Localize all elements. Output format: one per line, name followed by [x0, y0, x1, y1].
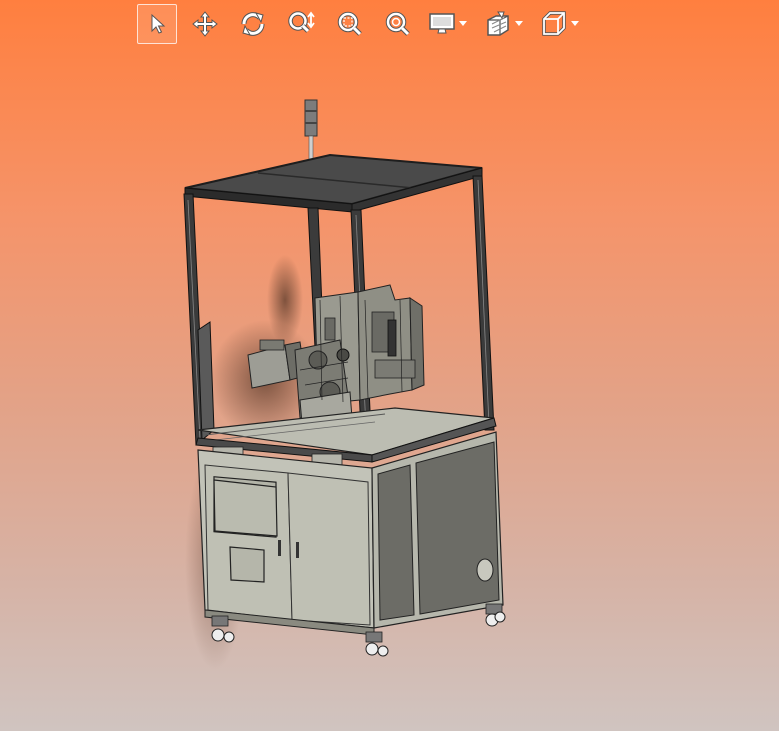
- cabinet-side: [371, 431, 504, 629]
- cabinet-front: [197, 449, 375, 636]
- model-shadow: [267, 255, 303, 345]
- roof-panel: [184, 153, 483, 213]
- machine-model[interactable]: [0, 0, 779, 731]
- 3d-viewport[interactable]: [0, 0, 779, 731]
- signal-tower: [304, 99, 318, 161]
